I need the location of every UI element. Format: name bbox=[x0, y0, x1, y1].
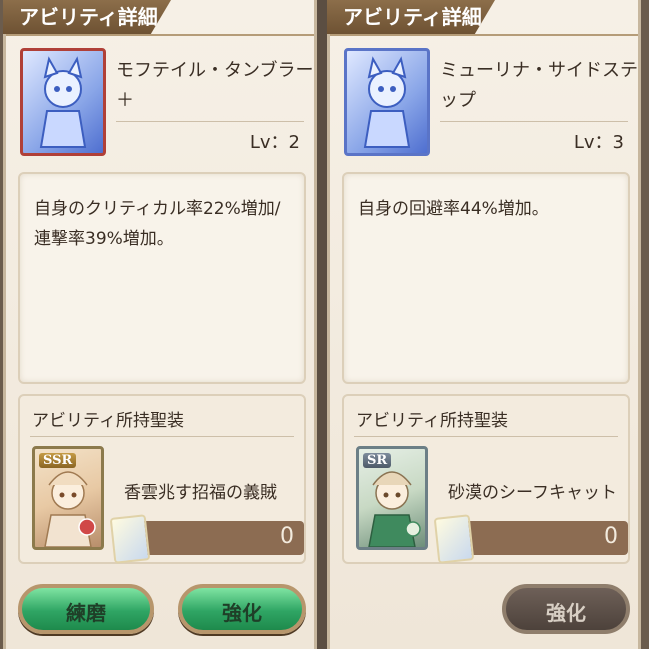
owned-gear-divider bbox=[30, 436, 294, 437]
gear-count: 0 bbox=[280, 524, 294, 549]
ability-name: ミューリナ・サイドステップ bbox=[440, 60, 638, 111]
gear-card-mini-icon bbox=[109, 514, 151, 564]
panel-title: アビリティ詳細 bbox=[327, 0, 495, 34]
gear-name: 砂漠のシーフキャット bbox=[448, 483, 617, 503]
ability-detail-panel-right: アビリティ詳細 ミューリナ・サイドステップ Lv：3 自身の回避率44%増加。 … bbox=[327, 0, 641, 649]
gear-count: 0 bbox=[604, 524, 618, 549]
gear-name: 香雲兆す招福の義賊 bbox=[124, 483, 277, 503]
ability-level: Lv：3 bbox=[573, 132, 624, 153]
ability-level: Lv：2 bbox=[249, 132, 300, 153]
ability-detail-panel-left: アビリティ詳細 モフテイル・タンブラー＋ Lv：2 自身のクリティカル率22%増… bbox=[3, 0, 317, 649]
gear-card-thumbnail[interactable]: SSR bbox=[32, 446, 104, 550]
ability-name: モフテイル・タンブラー＋ bbox=[116, 60, 314, 111]
ability-description: 自身のクリティカル率22%増加/連撃率39%増加。 bbox=[34, 199, 281, 249]
ability-card-icon[interactable] bbox=[344, 48, 430, 156]
owned-gear-divider bbox=[354, 436, 618, 437]
title-divider bbox=[330, 34, 638, 36]
train-button[interactable]: 練磨 bbox=[18, 584, 154, 634]
gear-card-thumbnail[interactable]: SR bbox=[356, 446, 428, 550]
panel-gap bbox=[317, 0, 327, 649]
owned-gear-box: アビリティ所持聖装 SR 砂漠のシーフキャット 0 bbox=[342, 394, 630, 564]
gear-card-mini-icon bbox=[433, 514, 475, 564]
rarity-badge: SSR bbox=[39, 453, 77, 468]
enhance-button[interactable]: 強化 bbox=[178, 584, 306, 634]
name-divider bbox=[116, 121, 304, 122]
panel-title: アビリティ詳細 bbox=[3, 0, 171, 34]
ability-description: 自身の回避率44%増加。 bbox=[358, 199, 549, 219]
title-divider bbox=[6, 34, 314, 36]
description-box: 自身のクリティカル率22%増加/連撃率39%増加。 bbox=[18, 172, 306, 384]
enhance-button-disabled[interactable]: 強化 bbox=[502, 584, 630, 634]
description-box: 自身の回避率44%増加。 bbox=[342, 172, 630, 384]
ability-card-icon[interactable] bbox=[20, 48, 106, 156]
owned-gear-box: アビリティ所持聖装 SSR 香雲兆す招福の義賊 0 bbox=[18, 394, 306, 564]
owned-gear-header: アビリティ所持聖装 bbox=[32, 411, 184, 431]
rarity-badge: SR bbox=[363, 453, 392, 468]
name-divider bbox=[440, 121, 628, 122]
owned-gear-header: アビリティ所持聖装 bbox=[356, 411, 508, 431]
